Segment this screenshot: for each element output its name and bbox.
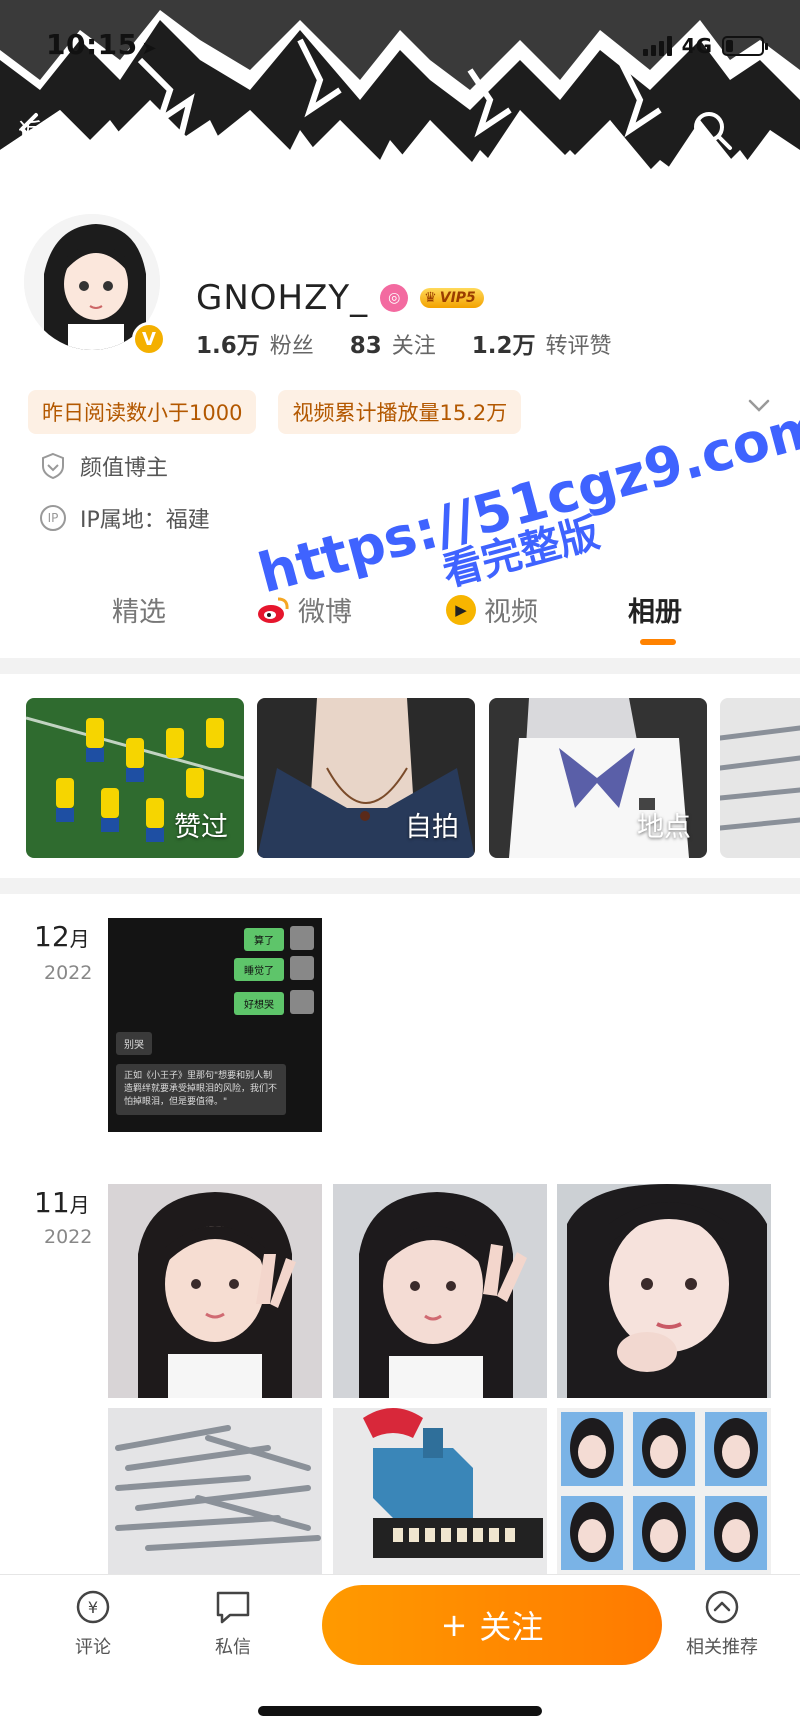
ip-location-row: IP IP属地：福建 xyxy=(40,502,210,534)
tab-album-label: 相册 xyxy=(628,597,682,628)
membership-icon: ◎ xyxy=(380,284,409,312)
chat-avatar-2 xyxy=(290,956,314,980)
chat-quote: 正如《小王子》里那句"想要和别人制造羁绊就要承受掉眼泪的风险，我们不怕掉眼泪，但… xyxy=(116,1064,286,1115)
active-tab-indicator xyxy=(640,639,676,645)
photo-selfie-3-image xyxy=(557,1184,771,1398)
follow-button[interactable]: + 关注 xyxy=(322,1585,662,1665)
chat-bubble-2: 睡觉了 xyxy=(234,958,284,981)
tag-video-plays[interactable]: 视频累计播放量15.2万 xyxy=(278,390,522,434)
follow-label: 关注 xyxy=(479,1608,544,1646)
comment-label: 评论 xyxy=(75,1637,111,1658)
status-time: 10:15 ➤ xyxy=(46,28,158,61)
signal-icon xyxy=(642,36,672,56)
photo-selfie-2[interactable] xyxy=(333,1184,547,1398)
vip-label: VIP5 xyxy=(439,290,476,306)
coin-icon: ¥ xyxy=(76,1590,110,1624)
tab-video-label: 视频 xyxy=(484,597,538,628)
year-label-dec: 2022 xyxy=(44,962,93,984)
album-liked-label: 赞过 xyxy=(174,812,228,843)
tag-reads[interactable]: 昨日阅读数小于1000 xyxy=(28,390,257,434)
tab-featured[interactable]: 精选 xyxy=(112,590,166,629)
ip-location: IP属地：福建 xyxy=(80,508,210,533)
profile-banner: 10:15 ➤ 4G 返回 xyxy=(0,0,800,230)
search-icon xyxy=(694,112,732,150)
weibo-icon xyxy=(258,597,289,623)
profile-tags: 昨日阅读数小于1000 视频累计播放量15.2万 xyxy=(28,390,522,434)
album-selfie-label: 自拍 xyxy=(405,812,459,843)
network-type: 4G xyxy=(681,34,712,58)
photo-selfie-1[interactable] xyxy=(108,1184,322,1398)
home-indicator[interactable] xyxy=(258,1706,542,1716)
identity-label: 颜值博主 xyxy=(80,456,169,481)
chat-bubble-3: 好想哭 xyxy=(234,992,284,1015)
verified-badge-icon: V xyxy=(132,322,166,356)
photo-id-photos-image xyxy=(557,1408,771,1574)
album-location[interactable]: 地点 xyxy=(489,698,707,858)
tab-featured-label: 精选 xyxy=(112,597,166,628)
crown-icon: ♛ xyxy=(424,290,437,306)
following-label[interactable]: 关注 xyxy=(392,328,436,360)
album-selfie[interactable]: 自拍 xyxy=(257,698,475,858)
video-icon: ▶ xyxy=(446,594,476,625)
chevron-left-icon xyxy=(20,113,38,145)
profile-tabs: 精选 微博 ▶ 视频 相册 xyxy=(0,590,800,650)
related-label: 相关推荐 xyxy=(686,1637,758,1658)
chevron-up-circle-icon xyxy=(705,1590,739,1624)
username-row: GNOHZY_ ◎ ♛ VIP5 xyxy=(196,278,484,318)
identity-row: 颜值博主 xyxy=(40,450,168,482)
photo-id-photos[interactable] xyxy=(557,1408,771,1574)
message-label: 私信 xyxy=(215,1637,251,1658)
chat-bubble-left: 别哭 xyxy=(116,1032,152,1055)
ip-icon: IP xyxy=(40,505,66,531)
followers-label[interactable]: 粉丝 xyxy=(270,328,314,360)
likes-label: 转评赞 xyxy=(545,334,612,359)
album-liked[interactable]: 赞过 xyxy=(26,698,244,858)
battery-icon xyxy=(722,36,768,56)
photo-dental-model-image xyxy=(333,1408,547,1574)
photo-selfie-1-image xyxy=(108,1184,322,1398)
username: GNOHZY_ xyxy=(196,278,369,318)
photo-chat-screenshot[interactable]: 算了 睡觉了 好想哭 别哭 正如《小王子》里那句"想要和别人制造羁绊就要承受掉眼… xyxy=(108,918,322,1132)
following-count[interactable]: 83 xyxy=(350,333,382,359)
photo-dental-tools-image xyxy=(108,1408,322,1574)
photo-dental-tools[interactable] xyxy=(108,1408,322,1574)
shield-icon xyxy=(42,452,64,480)
profile-stats: 1.6万 粉丝 83 关注 1.2万 转评赞 xyxy=(196,326,648,360)
month-label-nov: 11月 xyxy=(34,1186,90,1219)
album-more[interactable] xyxy=(720,698,800,858)
section-divider xyxy=(0,658,800,674)
back-button[interactable]: 返回 xyxy=(18,112,66,147)
month-label-dec: 12月 xyxy=(34,920,90,953)
chat-avatar-3 xyxy=(290,990,314,1014)
tab-album[interactable]: 相册 xyxy=(628,590,682,629)
section-divider-2 xyxy=(0,878,800,894)
chat-bubble-1: 算了 xyxy=(244,928,284,951)
comment-button[interactable]: ¥ 评论 xyxy=(48,1589,138,1659)
year-label-nov: 2022 xyxy=(44,1226,93,1248)
message-icon xyxy=(216,1591,250,1624)
photo-dental-model[interactable] xyxy=(333,1408,547,1574)
photo-selfie-2-image xyxy=(333,1184,547,1398)
album-more-thumbnail xyxy=(720,698,800,858)
tab-weibo[interactable]: 微博 xyxy=(256,590,352,629)
tab-weibo-label: 微博 xyxy=(298,597,352,628)
message-button[interactable]: 私信 xyxy=(188,1589,278,1659)
tab-video[interactable]: ▶ 视频 xyxy=(446,590,538,629)
status-icons: 4G xyxy=(642,34,768,58)
chat-avatar-1 xyxy=(290,926,314,950)
album-location-label: 地点 xyxy=(637,812,691,843)
svg-text:¥: ¥ xyxy=(88,1598,98,1617)
vip-badge[interactable]: ♛ VIP5 xyxy=(420,288,484,308)
plus-icon: + xyxy=(440,1606,468,1644)
photo-selfie-3[interactable] xyxy=(557,1184,771,1398)
followers-count[interactable]: 1.6万 xyxy=(196,326,260,360)
likes-count: 1.2万 xyxy=(471,333,536,359)
related-button[interactable]: 相关推荐 xyxy=(672,1589,772,1659)
